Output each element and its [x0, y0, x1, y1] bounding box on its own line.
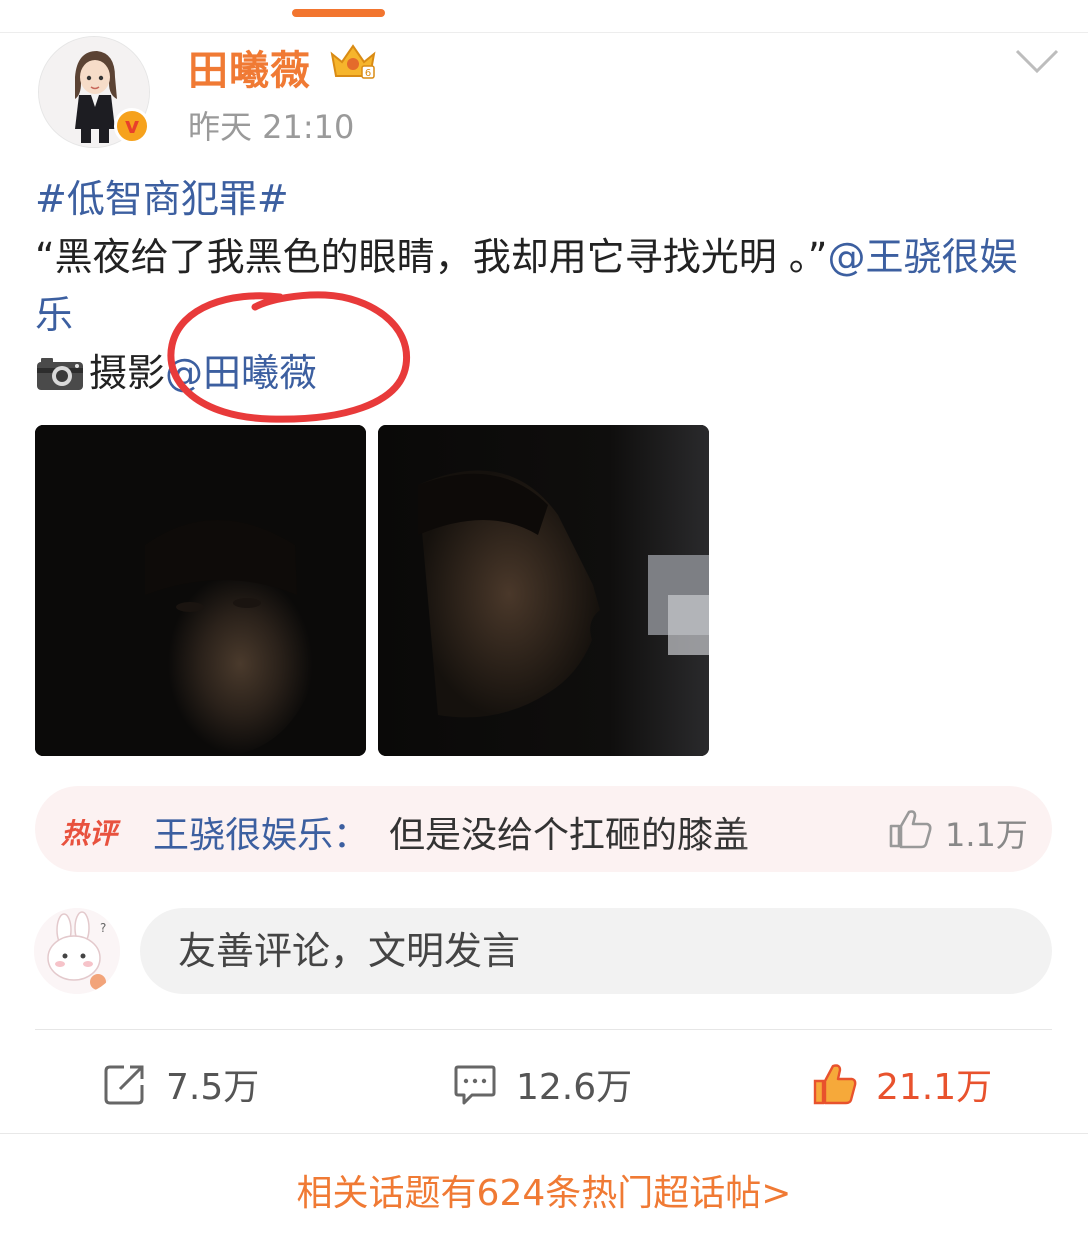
comment-input[interactable]: 友善评论，文明发言 [140, 908, 1052, 994]
top-divider [0, 32, 1088, 33]
post-image-1[interactable] [35, 425, 366, 756]
verified-badge-icon: v [114, 108, 150, 144]
action-bar-divider [35, 1029, 1052, 1030]
post-image-2[interactable] [378, 425, 709, 756]
post-timestamp: 昨天 21:10 [188, 108, 355, 146]
thumbs-up-icon[interactable] [887, 806, 933, 850]
hot-comment-author[interactable]: 王骁很娱乐： [153, 806, 369, 858]
like-count: 21.1万 [876, 1067, 993, 1108]
hot-comment-text: 但是没给个扛砸的膝盖 [389, 815, 750, 856]
comment-button[interactable]: 12.6万 [452, 1058, 632, 1110]
comment-count: 12.6万 [516, 1067, 633, 1108]
chevron-down-icon[interactable] [1014, 46, 1060, 76]
hot-comment-card[interactable]: 热评 王骁很娱乐： 但是没给个扛砸的膝盖 1.1万 [35, 786, 1052, 872]
top-drag-indicator [292, 9, 385, 17]
hashtag-link[interactable]: #低智商犯罪# [35, 177, 289, 221]
svg-text:6: 6 [365, 68, 371, 79]
mention-link-tianxiwei[interactable]: @田曦薇 [165, 351, 317, 395]
svg-text:?: ? [100, 921, 106, 935]
post-content: #低智商犯罪# “黑夜给了我黑色的眼睛，我却用它寻找光明 。”@王骁很娱乐 摄影… [35, 170, 1045, 402]
thumbs-up-filled-icon [813, 1064, 857, 1105]
repost-count: 7.5万 [166, 1067, 260, 1108]
repost-button[interactable]: 7.5万 [102, 1058, 259, 1110]
photo-credit-label: 摄影 [89, 351, 166, 395]
share-icon [104, 1065, 144, 1105]
hot-comment-like-count: 1.1万 [945, 816, 1028, 854]
camera-icon [37, 358, 83, 390]
section-divider [0, 1133, 1088, 1134]
post-quote: “黑夜给了我黑色的眼睛，我却用它寻找光明 。” [35, 235, 828, 279]
hot-comment-tag: 热评 [61, 817, 118, 850]
comment-icon [454, 1065, 496, 1105]
related-topics-link[interactable]: 相关话题有624条热门超话帖> [0, 1164, 1088, 1216]
author-name[interactable]: 田曦薇 [188, 38, 311, 96]
crown-member-icon: 6 [330, 44, 376, 79]
my-avatar[interactable]: ? [34, 908, 120, 994]
like-button[interactable]: 21.1万 [812, 1058, 992, 1110]
